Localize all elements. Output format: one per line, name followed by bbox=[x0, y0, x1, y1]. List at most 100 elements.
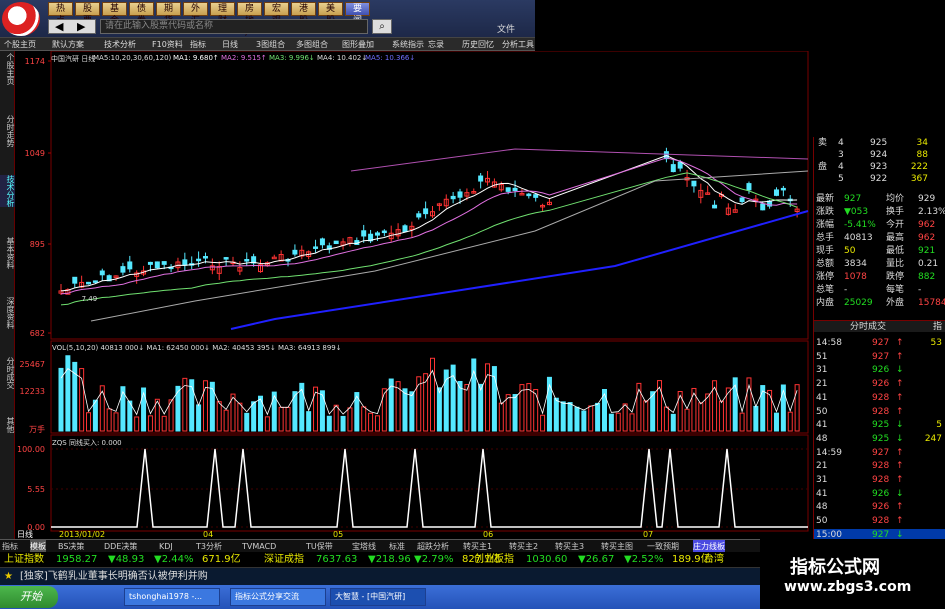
volume-bar bbox=[581, 410, 587, 432]
candle-body bbox=[86, 281, 92, 285]
taskbar-item-1[interactable]: 指标公式分享交流 bbox=[230, 588, 326, 606]
toolbar-item-3[interactable]: F10资料 bbox=[152, 38, 183, 51]
quote-label: 内盘 bbox=[816, 298, 835, 308]
windows-taskbar: 开始 tshonghai1978 -... 指标公式分享交流 大智慧 - [中国汽研… bbox=[0, 585, 760, 609]
menu-item-6[interactable]: 理财 bbox=[210, 2, 235, 26]
menu-item-3[interactable]: 债券 bbox=[129, 2, 154, 26]
kline-chart-area[interactable]: 1174 1049 895 682 25467 12233 万手 100.00 5.55 0.00… bbox=[15, 51, 813, 539]
index-change: ▼26.67 bbox=[578, 554, 615, 565]
quote-row: 涨停 1078 跌停 882 bbox=[814, 271, 945, 283]
back-arrow-icon[interactable]: ◀ bbox=[55, 20, 63, 33]
toolbar-item-1[interactable]: 默认方案 bbox=[52, 38, 84, 51]
index-name[interactable]: 上证指数 bbox=[4, 552, 44, 567]
toolbar-item-2[interactable]: 技术分析 bbox=[104, 38, 136, 51]
ma-label-0: MA5:10,20,30,60,120) bbox=[93, 54, 172, 62]
date-label-5: 07 bbox=[643, 530, 653, 539]
menu-item-4[interactable]: 期货 bbox=[156, 2, 181, 26]
left-tab-4[interactable]: 深度资料 bbox=[0, 297, 15, 329]
candle-body bbox=[333, 240, 339, 245]
left-tab-5[interactable]: 分时成交 bbox=[0, 357, 15, 389]
quote-row: 涨跌 ▼053 换手 2.13% bbox=[814, 206, 945, 218]
tick-time: 41 bbox=[816, 420, 828, 431]
menu-item-9[interactable]: 港股 bbox=[291, 2, 316, 26]
search-go-button[interactable]: ⌕ bbox=[372, 19, 392, 34]
candle-body bbox=[196, 258, 202, 262]
left-tab-0[interactable]: 个股主页 bbox=[0, 53, 15, 85]
left-tab-1[interactable]: 分时走势 bbox=[0, 115, 15, 147]
toolbar-item-4[interactable]: 指标 bbox=[190, 38, 206, 51]
nav-arrows[interactable]: ◀ ▶ bbox=[48, 19, 96, 34]
candle-body bbox=[712, 204, 718, 209]
order-book-row: 3 924 88 bbox=[814, 149, 945, 161]
tick-time: 21 bbox=[816, 379, 828, 390]
index-ticker-bar: 上证指数 1958.27 ▼48.93 ▼2.44% 671.9亿 深证成指 7637.63… bbox=[0, 552, 760, 567]
tick-direction: ↑ bbox=[896, 502, 904, 513]
search-input[interactable]: 请在此输入股票代码或名称 bbox=[100, 19, 368, 34]
kline-chart-svg[interactable]: 117410498956822546712233万手100.005.550.00… bbox=[15, 51, 813, 539]
volume-title: VOL(5,10,20) 40813 000↓ MA1: 62450 000↓ … bbox=[52, 344, 342, 352]
tick-price: 928 bbox=[872, 406, 890, 417]
tick-row: 48 926 ↑ bbox=[814, 501, 945, 513]
toolbar-item-8[interactable]: 图形叠加 bbox=[342, 38, 374, 51]
news-headline[interactable]: [独家]飞鹤乳业董事长明确否认被伊利并购 bbox=[20, 571, 208, 582]
quote-value: - bbox=[918, 285, 922, 295]
toolbar-item-10[interactable]: 忘录 bbox=[428, 38, 444, 51]
indicator-spikes bbox=[51, 448, 808, 528]
index-name[interactable]: 深证成指 bbox=[264, 552, 304, 567]
tick-price: 925 bbox=[872, 433, 890, 444]
date-label-2: 04 bbox=[203, 530, 213, 539]
ma-line-6 bbox=[350, 148, 809, 172]
left-vertical-tabs: 个股主页分时走势技术分析基本资料深度资料分时成交其他 bbox=[0, 51, 15, 539]
ticks-header[interactable]: 分时成交 指 bbox=[814, 320, 945, 332]
toolbar-item-11[interactable]: 历史回忆 bbox=[462, 38, 494, 51]
index-name[interactable]: 创业板指 bbox=[474, 552, 514, 567]
volume-bar bbox=[209, 381, 215, 432]
toolbar-item-5[interactable]: 日线 bbox=[222, 38, 238, 51]
toolbar-item-12[interactable]: 分析工具 bbox=[502, 38, 534, 51]
menu-item-8[interactable]: 宏观 bbox=[264, 2, 289, 26]
quote-value: 1078 bbox=[844, 272, 867, 282]
volume-bar bbox=[251, 401, 257, 432]
tick-time: 51 bbox=[816, 351, 828, 362]
menu-item-2[interactable]: 基金 bbox=[102, 2, 127, 26]
index-percent: ▼2.52% bbox=[624, 554, 664, 565]
menu-item-5[interactable]: 外汇 bbox=[183, 2, 208, 26]
toolbar-item-9[interactable]: 系统指示 bbox=[392, 38, 424, 51]
volume-panel-frame bbox=[50, 340, 809, 434]
start-button[interactable]: 开始 bbox=[0, 586, 58, 608]
taskbar-item-2[interactable]: 大智慧 - [中国汽研] bbox=[330, 588, 426, 606]
menu-item-7[interactable]: 房地产 bbox=[237, 2, 262, 38]
menu-item-1[interactable]: 股票 bbox=[75, 2, 100, 26]
low-price-label: 7.49 bbox=[82, 295, 98, 303]
ob-level: 5 bbox=[838, 174, 844, 184]
volume-bar bbox=[86, 412, 92, 432]
quote-label: 换手 bbox=[886, 207, 905, 217]
candle-body bbox=[526, 193, 532, 197]
volume-bar bbox=[147, 415, 153, 432]
quote-value: -5.41% bbox=[844, 220, 876, 230]
toolbar-item-6[interactable]: 3图组合 bbox=[256, 38, 285, 51]
quote-value: 927 bbox=[844, 194, 862, 204]
toolbar-item-7[interactable]: 多图组合 bbox=[296, 38, 328, 51]
menu-item-0[interactable]: 热点 bbox=[48, 2, 73, 26]
left-tab-2[interactable]: 技术分析 bbox=[0, 175, 15, 207]
volume-bar bbox=[567, 402, 573, 432]
tick-price: 926 bbox=[872, 488, 890, 499]
volume-bar bbox=[237, 402, 243, 432]
quote-value: 15784 bbox=[918, 298, 945, 308]
index-name[interactable]: 台湾 bbox=[704, 552, 724, 567]
menu-item-10[interactable]: 美股 bbox=[318, 2, 343, 26]
toolbar-item-0[interactable]: 个股主页 bbox=[4, 38, 36, 51]
menu-item-11[interactable]: 要闻 bbox=[345, 2, 370, 26]
candle-body bbox=[780, 187, 786, 191]
forward-arrow-icon[interactable]: ▶ bbox=[77, 20, 85, 33]
tick-price: 926 bbox=[872, 365, 890, 376]
news-ticker[interactable]: ★ [独家]飞鹤乳业董事长明确否认被伊利并购 bbox=[0, 567, 760, 585]
ma-line-3 bbox=[60, 172, 798, 306]
file-menu-button[interactable]: 文件 bbox=[497, 22, 515, 35]
vol-tick-2: 万手 bbox=[29, 424, 45, 434]
taskbar-item-0[interactable]: tshonghai1978 -... bbox=[124, 588, 220, 606]
volume-bar bbox=[99, 385, 105, 432]
left-tab-3[interactable]: 基本资料 bbox=[0, 237, 15, 269]
left-tab-6[interactable]: 其他 bbox=[0, 417, 15, 433]
